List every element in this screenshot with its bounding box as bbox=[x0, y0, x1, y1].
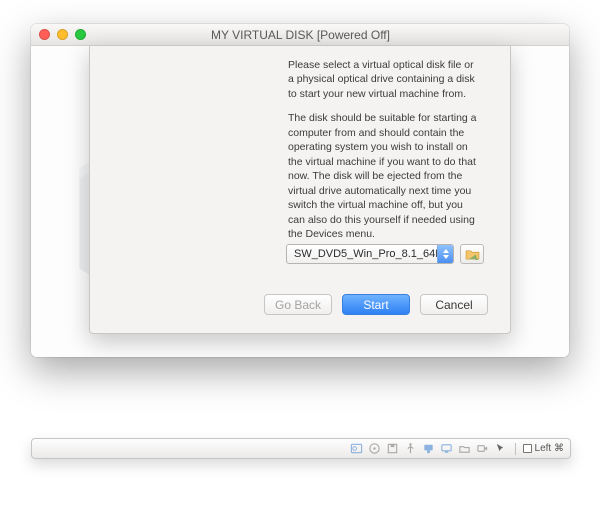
usb-icon[interactable] bbox=[403, 441, 418, 456]
browse-disk-button[interactable] bbox=[460, 244, 484, 264]
floppy-icon[interactable] bbox=[385, 441, 400, 456]
vm-status-bar: Left ⌘ bbox=[31, 438, 571, 459]
host-key-indicator[interactable]: Left ⌘ bbox=[523, 443, 564, 454]
dropdown-arrows-icon bbox=[437, 245, 453, 263]
video-capture-icon[interactable] bbox=[475, 441, 490, 456]
host-key-label: Left ⌘ bbox=[535, 443, 564, 454]
display-icon[interactable] bbox=[439, 441, 454, 456]
shared-folder-icon[interactable] bbox=[457, 441, 472, 456]
button-row: Go Back Start Cancel bbox=[264, 294, 488, 315]
mouse-integration-icon[interactable] bbox=[493, 441, 508, 456]
network-icon[interactable] bbox=[421, 441, 436, 456]
go-back-button: Go Back bbox=[264, 294, 332, 315]
instruction-text: Please select a virtual optical disk fil… bbox=[90, 46, 510, 262]
status-separator bbox=[515, 443, 516, 455]
startup-disk-sheet: Please select a virtual optical disk fil… bbox=[89, 46, 511, 334]
instruction-para-2: The disk should be suitable for starting… bbox=[288, 111, 482, 241]
window-body: ORACLE Please select a virtual optical d… bbox=[31, 46, 569, 357]
main-window: MY VIRTUAL DISK [Powered Off] ORACLE Ple… bbox=[31, 24, 569, 357]
cancel-button[interactable]: Cancel bbox=[420, 294, 488, 315]
instruction-para-1: Please select a virtual optical disk fil… bbox=[288, 58, 482, 101]
disk-select-row: SW_DVD5_Win_Pro_8.1_64BIT_En bbox=[286, 244, 484, 264]
optical-disk-icon[interactable] bbox=[367, 441, 382, 456]
host-key-led-icon bbox=[523, 444, 532, 453]
disk-dropdown[interactable]: SW_DVD5_Win_Pro_8.1_64BIT_En bbox=[286, 244, 454, 264]
hard-disk-icon[interactable] bbox=[349, 441, 364, 456]
window-title: MY VIRTUAL DISK [Powered Off] bbox=[40, 28, 561, 42]
start-button[interactable]: Start bbox=[342, 294, 410, 315]
status-icons-group bbox=[349, 441, 508, 456]
disk-dropdown-label: SW_DVD5_Win_Pro_8.1_64BIT_En bbox=[294, 248, 437, 260]
titlebar: MY VIRTUAL DISK [Powered Off] bbox=[31, 24, 569, 46]
